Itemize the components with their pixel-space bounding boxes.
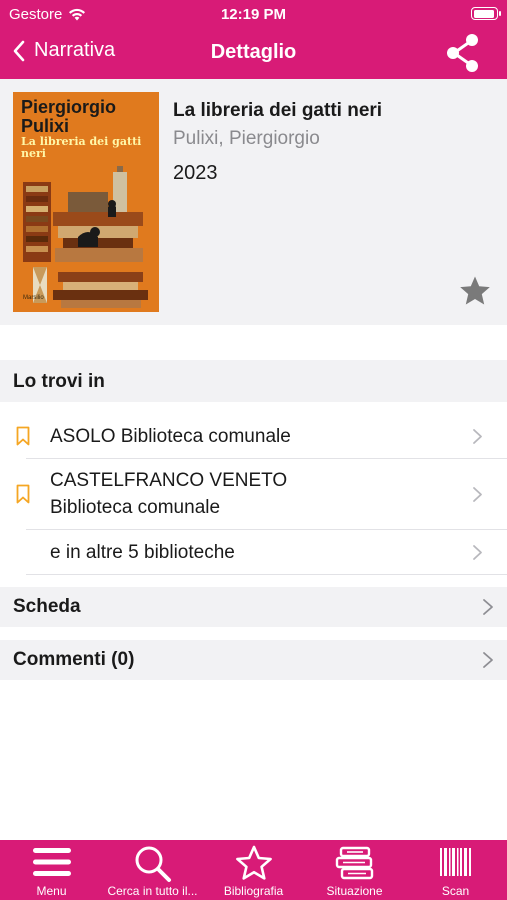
scheda-label: Scheda — [13, 596, 81, 617]
commenti-label: Commenti (0) — [13, 649, 135, 670]
book-year: 2023 — [173, 162, 218, 184]
tab-label: Situazione — [326, 884, 383, 898]
chevron-right-icon — [473, 545, 482, 560]
hamburger-icon — [32, 848, 71, 876]
navigation-bar: Narrativa Dettaglio — [0, 28, 507, 79]
book-cover: Piergiorgio Pulixi La libreria dei gatti… — [13, 92, 159, 312]
share-icon[interactable] — [441, 31, 485, 75]
chevron-right-icon — [473, 429, 482, 444]
library-row-castelfranco[interactable]: CASTELFRANCO VENETO Biblioteca comunale — [0, 459, 507, 529]
chevron-right-icon — [483, 652, 493, 668]
chevron-right-icon — [483, 599, 493, 615]
chevron-right-icon — [473, 487, 482, 502]
library-name-line1: ASOLO Biblioteca comunale — [50, 426, 291, 447]
scheda-row[interactable]: Scheda — [0, 587, 507, 627]
availability-header: Lo trovi in — [0, 360, 507, 402]
library-name: ASOLO Biblioteca comunale — [50, 423, 291, 450]
bookmark-icon — [16, 426, 30, 446]
library-name-line2: Biblioteca comunale — [50, 497, 221, 518]
battery-icon — [471, 7, 501, 20]
tab-label: Cerca in tutto il... — [107, 884, 198, 898]
book-author: Pulixi, Piergiorgio — [173, 128, 320, 149]
search-icon — [135, 846, 171, 882]
star-icon — [235, 845, 272, 880]
barcode-icon — [439, 848, 471, 876]
clock: 12:19 PM — [220, 6, 287, 23]
tab-situazione[interactable]: Situazione — [304, 840, 405, 900]
tab-label: Menu — [36, 884, 67, 898]
tab-scan[interactable]: Scan — [405, 840, 506, 900]
book-title: La libreria dei gatti neri — [173, 100, 383, 121]
status-bar: Gestore 12:19 PM — [0, 0, 507, 28]
commenti-row[interactable]: Commenti (0) — [0, 640, 507, 680]
tab-label: Scan — [441, 884, 470, 898]
back-button[interactable]: Narrativa — [12, 39, 115, 62]
row-divider — [26, 574, 507, 575]
back-button-label: Narrativa — [34, 39, 116, 61]
bookmark-icon — [16, 484, 30, 504]
cover-title-text: La libreria dei gatti neri — [21, 135, 142, 160]
more-libraries-label: e in altre 5 biblioteche — [50, 542, 235, 563]
more-libraries-row[interactable]: e in altre 5 biblioteche — [0, 530, 507, 574]
books-stack-icon — [335, 846, 373, 880]
library-row-asolo[interactable]: ASOLO Biblioteca comunale — [0, 414, 507, 458]
cover-publisher-text: Marsilio — [23, 295, 44, 301]
favorite-star-icon[interactable] — [458, 275, 492, 308]
availability-header-label: Lo trovi in — [13, 371, 105, 392]
tab-bar: Menu Cerca in tutto il... Bibliografia S… — [0, 840, 507, 900]
cover-illustration — [13, 162, 159, 312]
library-name-line1: CASTELFRANCO VENETO — [50, 470, 288, 491]
cover-author-text: Piergiorgio Pulixi — [21, 97, 117, 136]
tab-search[interactable]: Cerca in tutto il... — [102, 840, 203, 900]
chevron-left-icon — [13, 40, 25, 61]
tab-bibliografia[interactable]: Bibliografia — [203, 840, 304, 900]
library-name: CASTELFRANCO VENETO Biblioteca comunale — [50, 467, 287, 521]
tab-menu[interactable]: Menu — [1, 840, 102, 900]
tab-label: Bibliografia — [223, 884, 284, 898]
